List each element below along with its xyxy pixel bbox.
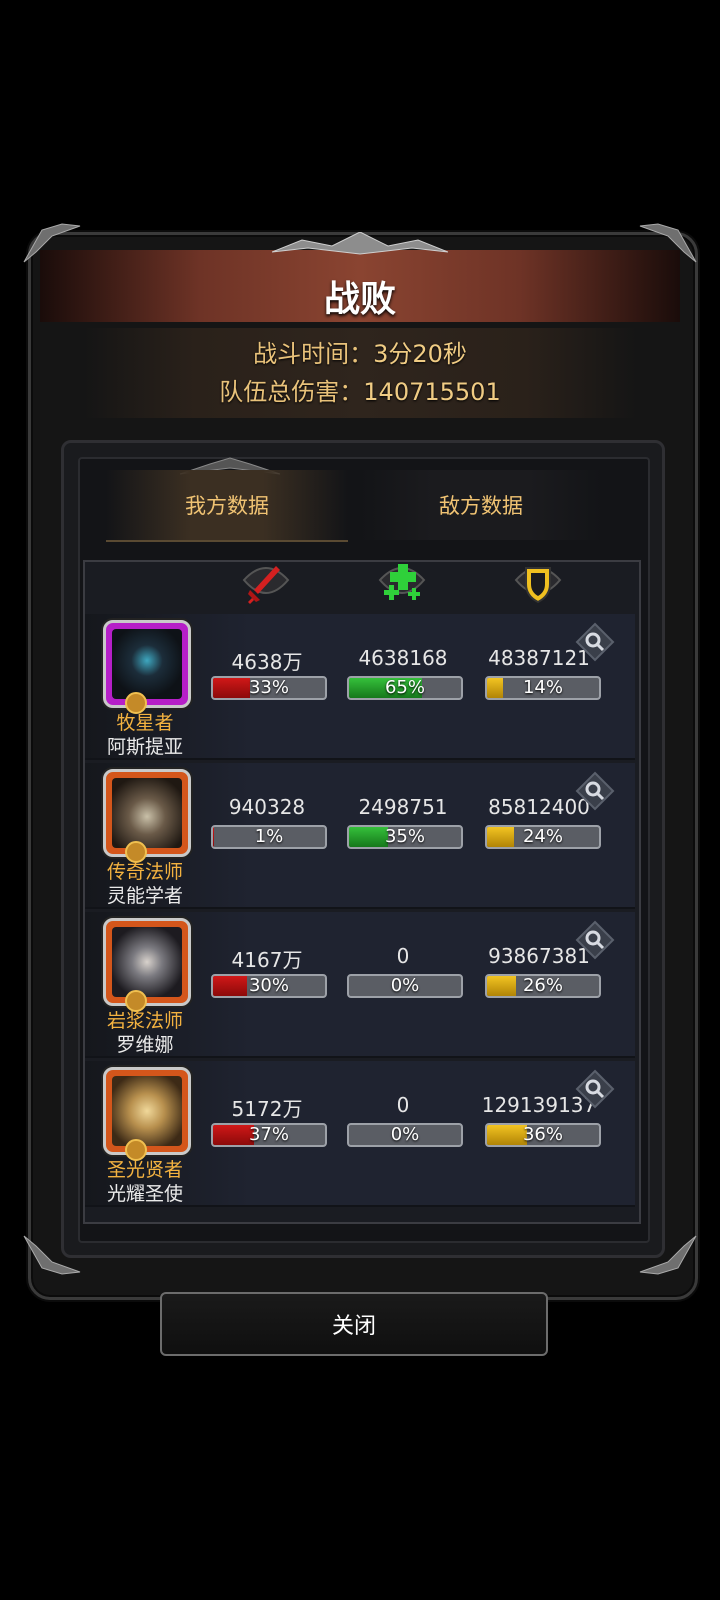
hero-avatar [112, 1076, 182, 1146]
hero-avatar [112, 778, 182, 848]
hero-portrait[interactable] [103, 620, 191, 708]
magnifier-icon[interactable] [575, 622, 615, 662]
damage-bar: 37% [211, 1123, 327, 1147]
battle-time-label: 战斗时间： [253, 340, 374, 368]
damage-percent: 1% [254, 826, 284, 847]
battle-summary: 战斗时间：3分20秒 队伍总伤害：140715501 [84, 328, 636, 418]
total-damage-label: 队伍总伤害： [219, 378, 364, 406]
hero-portrait[interactable] [103, 769, 191, 857]
hero-name: 光耀圣使 [106, 1183, 183, 1205]
hero-title: 圣光贤者 [106, 1159, 183, 1181]
hero-row[interactable]: 岩浆法师 罗维娜 4167万 30% 0 0% 93867381 26% [85, 912, 635, 1058]
close-button[interactable]: 关闭 [160, 1292, 548, 1356]
title-crest-ornament [272, 232, 448, 255]
tab-enemy-data[interactable]: 敌方数据 [360, 470, 602, 540]
damage-value: 940328 [228, 795, 306, 819]
heal-value: 2498751 [358, 795, 448, 819]
heal-percent: 35% [384, 826, 425, 847]
tank-percent: 14% [522, 677, 563, 698]
hero-name: 罗维娜 [116, 1034, 174, 1056]
heal-bar: 65% [347, 676, 463, 700]
heal-bar: 0% [347, 974, 463, 998]
heal-value: 0 [396, 1093, 410, 1117]
hero-name: 阿斯提亚 [106, 736, 183, 758]
tank-bar: 36% [485, 1123, 601, 1147]
sword-icon [242, 566, 290, 604]
total-damage: 队伍总伤害：140715501 [84, 372, 636, 407]
battle-time-value: 3分20秒 [373, 340, 467, 368]
shield-icon [514, 567, 562, 604]
hero-title: 牧星者 [116, 712, 174, 734]
tank-percent: 36% [522, 1124, 563, 1145]
damage-value: 5172万 [231, 1097, 303, 1121]
damage-percent: 30% [248, 975, 289, 996]
damage-bar: 1% [211, 825, 327, 849]
magnifier-icon[interactable] [575, 920, 615, 960]
hero-title: 岩浆法师 [106, 1010, 183, 1032]
hero-portrait[interactable] [103, 918, 191, 1006]
hero-name: 灵能学者 [106, 885, 183, 907]
page-title: 战败 [323, 279, 396, 320]
hero-row[interactable]: 传奇法师 灵能学者 940328 1% 2498751 35% 85812400… [85, 763, 635, 909]
tank-bar: 26% [485, 974, 601, 998]
hero-title: 传奇法师 [106, 861, 183, 883]
hero-portrait[interactable] [103, 1067, 191, 1155]
heal-bar: 35% [347, 825, 463, 849]
damage-percent: 33% [248, 677, 289, 698]
total-damage-value: 140715501 [363, 378, 501, 406]
tank-percent: 26% [522, 975, 563, 996]
heal-bar: 0% [347, 1123, 463, 1147]
heal-percent: 65% [384, 677, 425, 698]
tank-bar: 14% [485, 676, 601, 700]
damage-bar: 33% [211, 676, 327, 700]
magnifier-icon[interactable] [575, 1069, 615, 1109]
damage-value: 4638万 [231, 650, 303, 674]
magnifier-icon[interactable] [575, 771, 615, 811]
damage-percent: 37% [248, 1124, 289, 1145]
heal-percent: 0% [390, 1124, 420, 1145]
hero-avatar [112, 629, 182, 699]
heal-plus-icon [378, 564, 426, 600]
tank-bar: 24% [485, 825, 601, 849]
hero-avatar [112, 927, 182, 997]
damage-bar: 30% [211, 974, 327, 998]
tab-our-data[interactable]: 我方数据 [106, 470, 348, 542]
battle-time: 战斗时间：3分20秒 [84, 334, 636, 369]
hero-row[interactable]: 圣光贤者 光耀圣使 5172万 37% 0 0% 129139137 36% [85, 1061, 635, 1207]
hero-row[interactable]: 牧星者 阿斯提亚 4638万 33% 4638168 65% 48387121 … [85, 614, 635, 760]
heal-value: 0 [396, 944, 410, 968]
heal-percent: 0% [390, 975, 420, 996]
title-banner: 战败 [40, 246, 680, 326]
damage-value: 4167万 [231, 948, 303, 972]
tank-percent: 24% [522, 826, 563, 847]
heal-value: 4638168 [358, 646, 448, 670]
